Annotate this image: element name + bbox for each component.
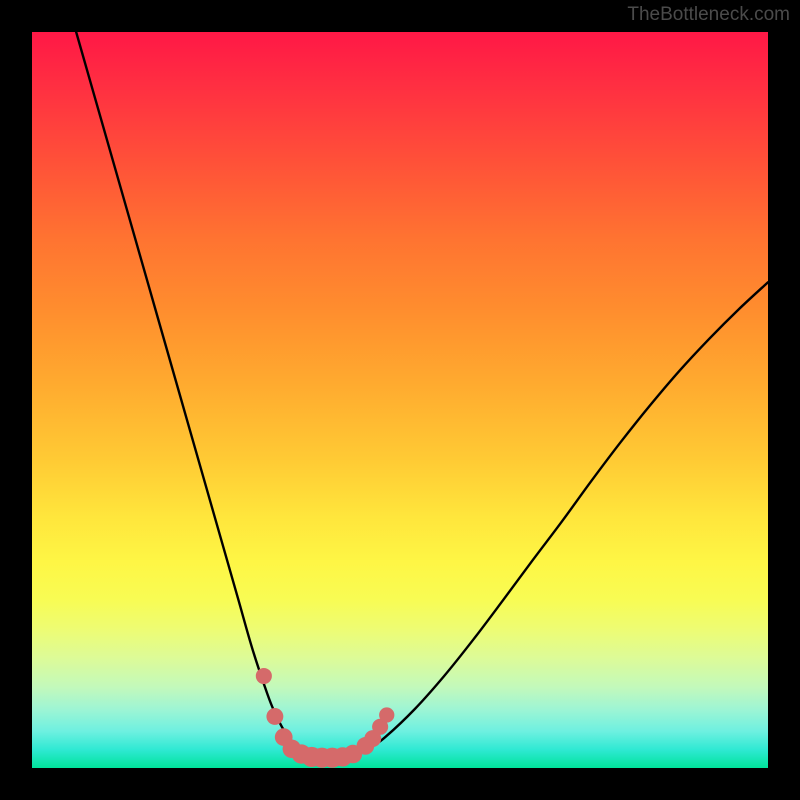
bottleneck-curve [76,32,768,759]
watermark-text: TheBottleneck.com [627,4,790,26]
curve-marker [379,707,394,722]
chart-frame: TheBottleneck.com [0,0,800,800]
curve-markers [256,668,395,768]
curve-marker [266,708,283,725]
chart-svg [32,32,768,768]
curve-marker [256,668,272,684]
plot-area [32,32,768,768]
